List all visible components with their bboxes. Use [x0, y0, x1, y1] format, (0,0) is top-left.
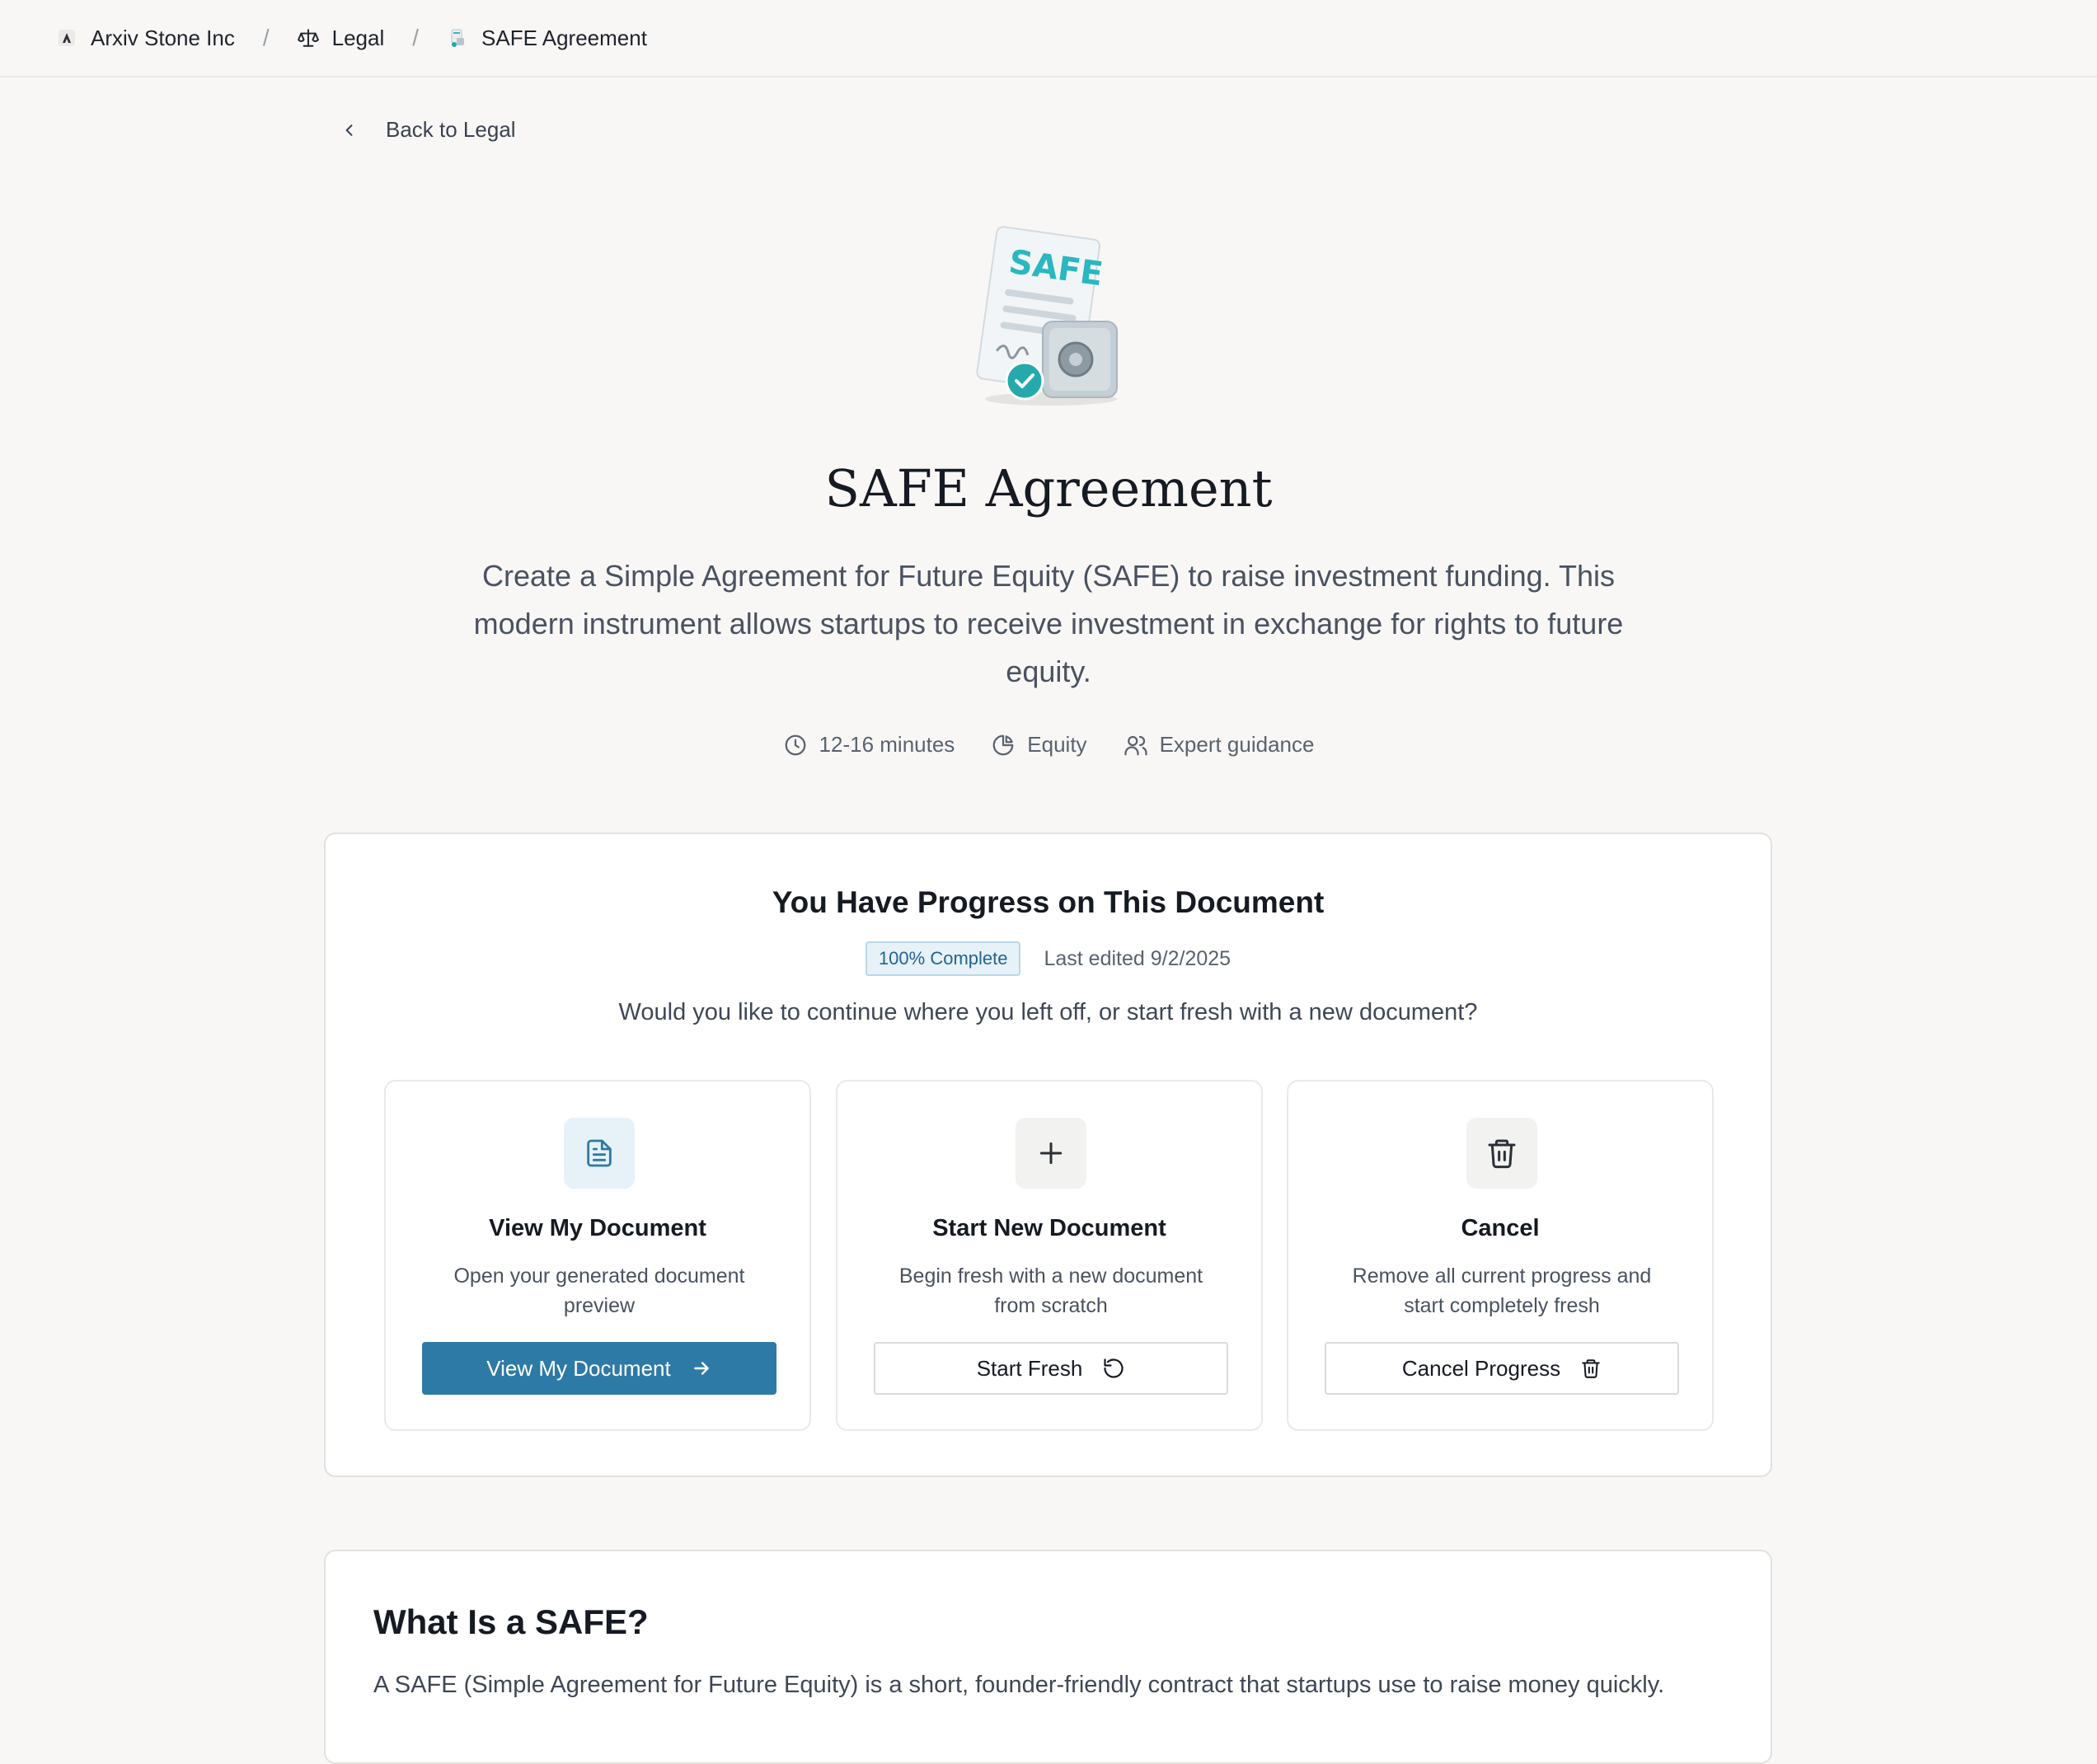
progress-card-title: You Have Progress on This Document — [772, 885, 1325, 919]
company-logo-icon — [56, 27, 77, 49]
option-description: Begin fresh with a new document from scr… — [898, 1264, 1203, 1317]
start-fresh-button[interactable]: Start Fresh — [874, 1342, 1228, 1395]
safe-agreement-illustration: SAFE — [960, 216, 1133, 414]
breadcrumb-label: Legal — [331, 25, 385, 50]
page-description: Create a Simple Agreement for Future Equ… — [473, 559, 1624, 688]
breadcrumb-separator: / — [262, 25, 270, 50]
page-title: SAFE Agreement — [824, 458, 1273, 518]
option-cancel: Cancel Remove all current progress and s… — [1287, 1080, 1714, 1431]
breadcrumb-item-legal[interactable]: Legal — [297, 25, 385, 51]
meta-label: Equity — [1027, 732, 1087, 757]
last-edited: Last edited 9/2/2025 — [1044, 946, 1231, 970]
cancel-progress-button[interactable]: Cancel Progress — [1325, 1342, 1679, 1395]
meta-label: 12-16 minutes — [819, 732, 955, 757]
button-label: Cancel Progress — [1401, 1355, 1561, 1381]
document-meta: 12-16 minutes Equity Expert guidance — [0, 732, 2097, 758]
chevron-left-icon — [345, 124, 353, 136]
trash-icon — [1582, 1359, 1600, 1378]
users-icon — [1124, 735, 1147, 755]
document-icon — [564, 1118, 635, 1189]
meta-label: Expert guidance — [1159, 732, 1315, 757]
view-my-document-button[interactable]: View My Document — [422, 1342, 776, 1395]
meta-duration: 12-16 minutes — [783, 732, 955, 758]
button-label: Start Fresh — [976, 1355, 1083, 1381]
option-start-new: Start New Document Begin fresh with a ne… — [836, 1080, 1263, 1431]
progress-card: You Have Progress on This Document 100% … — [324, 833, 1772, 1477]
breadcrumb-label: Arxiv Stone Inc — [91, 25, 235, 50]
safe-document-icon — [447, 27, 468, 49]
info-card-title: What Is a SAFE? — [373, 1602, 649, 1641]
progress-status: 100% Complete Last edited 9/2/2025 — [326, 941, 1771, 976]
option-description: Open your generated document preview — [453, 1264, 745, 1317]
breadcrumb-label: SAFE Agreement — [481, 25, 647, 50]
breadcrumb-item-safe[interactable]: SAFE Agreement — [447, 26, 647, 51]
button-label: View My Document — [486, 1355, 671, 1381]
back-link-label: Back to Legal — [386, 117, 516, 142]
breadcrumb: Arxiv Stone Inc / Legal / SAFE Agreement — [0, 0, 2097, 77]
option-title: View My Document — [489, 1215, 706, 1241]
refresh-icon — [1104, 1358, 1124, 1378]
trash-icon — [1466, 1118, 1537, 1189]
breadcrumb-item-company[interactable]: Arxiv Stone Inc — [56, 26, 235, 51]
option-description: Remove all current progress and start co… — [1352, 1264, 1652, 1317]
scale-icon — [297, 27, 319, 49]
pie-chart-icon — [992, 734, 1014, 755]
meta-guidance: Expert guidance — [1124, 732, 1315, 758]
option-title: Cancel — [1461, 1215, 1540, 1241]
arrow-right-icon — [693, 1362, 709, 1375]
progress-question: Would you like to continue where you lef… — [618, 999, 1478, 1025]
what-is-safe-card: What Is a SAFE? A SAFE (Simple Agreement… — [324, 1550, 1772, 1764]
info-card-text: A SAFE (Simple Agreement for Future Equi… — [373, 1672, 1665, 1698]
back-to-legal-link[interactable]: Back to Legal — [341, 117, 516, 143]
option-title: Start New Document — [932, 1215, 1166, 1241]
clock-icon — [785, 734, 805, 755]
breadcrumb-separator: / — [412, 25, 420, 50]
option-view-document: View My Document Open your generated doc… — [384, 1080, 811, 1431]
meta-category: Equity — [991, 732, 1087, 758]
progress-badge: 100% Complete — [865, 941, 1021, 976]
plus-icon — [1016, 1118, 1086, 1189]
